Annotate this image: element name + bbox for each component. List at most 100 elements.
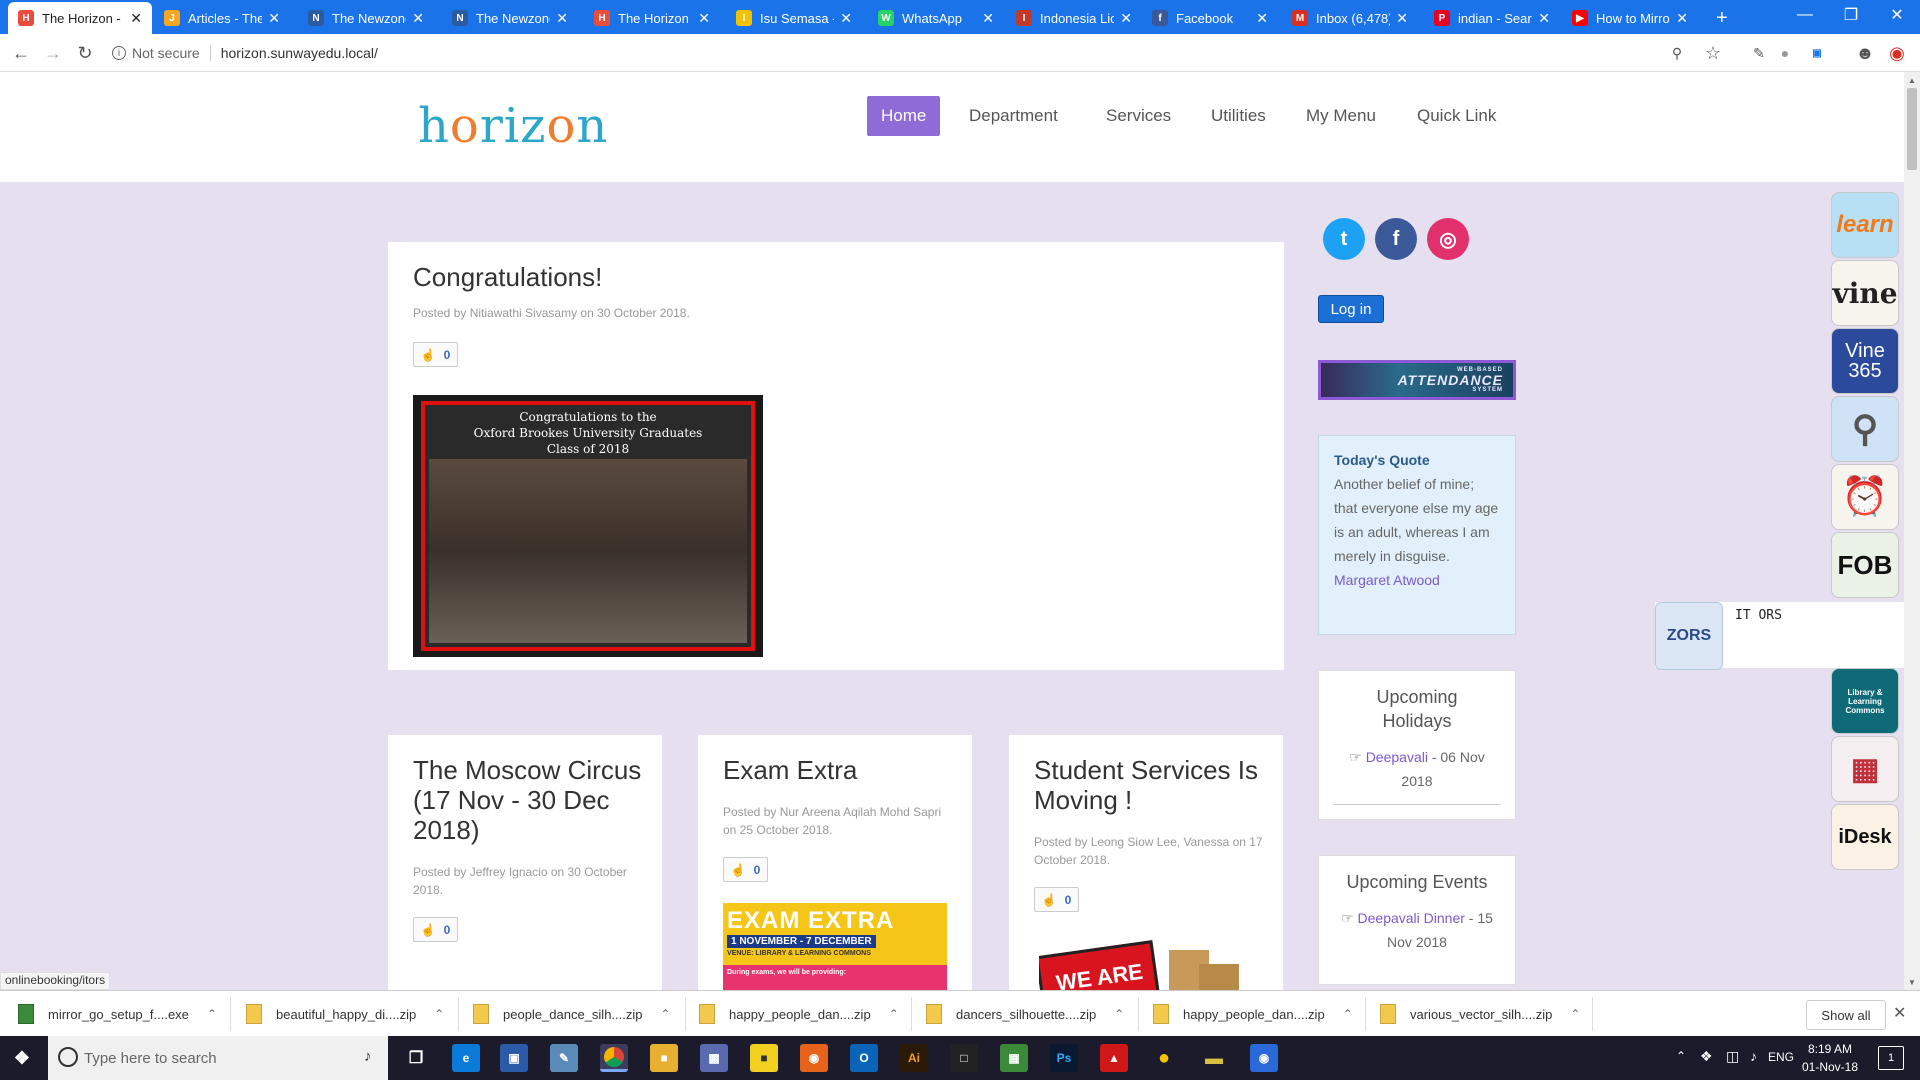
browser-tab[interactable]: Pindian - Search ✕	[1424, 2, 1560, 34]
graduation-photo[interactable]: Congratulations to the Oxford Brookes Un…	[413, 395, 763, 657]
new-tab-button[interactable]: +	[1706, 2, 1738, 34]
like-button[interactable]: ☝ 0	[1034, 887, 1079, 912]
like-button[interactable]: ☝ 0	[723, 857, 768, 882]
microphone-icon[interactable]: ♪	[364, 1048, 372, 1065]
back-icon[interactable]: ←	[10, 42, 32, 64]
forward-icon[interactable]: →	[42, 42, 64, 64]
chevron-up-icon[interactable]: ⌃	[434, 1007, 444, 1021]
taskbar-search[interactable]: Type here to search ♪	[48, 1036, 388, 1080]
attendance-system-banner[interactable]: WEB-BASED ATTENDANCE SYSTEM	[1318, 360, 1516, 400]
post-title[interactable]: Student Services Is Moving !	[1034, 755, 1269, 815]
download-item[interactable]: various_vector_silh....zip ⌃	[1380, 999, 1580, 1029]
star-icon[interactable]: ☆	[1702, 42, 1724, 64]
browser-tab[interactable]: I Indonesia Lion ✕	[1006, 2, 1142, 34]
menu-home[interactable]: Home	[867, 96, 941, 136]
tray-chevron-icon[interactable]: ⌃	[1676, 1049, 1686, 1063]
browser-tab[interactable]: N The Newzone ✕	[442, 2, 578, 34]
address-bar[interactable]: i Not secure horizon.sunwayedu.local/	[112, 41, 378, 65]
event-link[interactable]: Deepavali Dinner	[1358, 910, 1465, 926]
sticky-notes-icon[interactable]: ■	[750, 1044, 778, 1072]
browser-tab[interactable]: N The Newzone ✕	[298, 2, 434, 34]
chevron-up-icon[interactable]: ⌃	[1570, 1007, 1580, 1021]
site-logo[interactable]: horizon	[418, 98, 608, 154]
menu-quick-link[interactable]: Quick Link	[1403, 96, 1510, 136]
tab-close-icon[interactable]: ✕	[1676, 10, 1688, 27]
chevron-up-icon[interactable]: ⌃	[661, 1007, 671, 1021]
chevron-up-icon[interactable]: ⌃	[889, 1007, 899, 1021]
maximize-button[interactable]: ❐	[1828, 0, 1874, 30]
tab-close-icon[interactable]: ✕	[840, 10, 852, 27]
like-button[interactable]: ☝ 0	[413, 342, 458, 367]
tab-close-icon[interactable]: ✕	[1396, 10, 1408, 27]
moving-image[interactable]: WE ARE	[1039, 940, 1259, 990]
search-people-app-icon[interactable]: ⚲	[1831, 396, 1899, 462]
post-title[interactable]: Exam Extra	[723, 755, 857, 785]
tab-close-icon[interactable]: ✕	[130, 10, 142, 27]
browser-tab[interactable]: H The Horizon - ✕	[8, 2, 152, 34]
menu-department[interactable]: Department	[955, 96, 1072, 136]
download-item[interactable]: beautiful_happy_di....zip ⌃	[246, 999, 444, 1029]
download-item[interactable]: happy_people_dan....zip ⌃	[699, 999, 899, 1029]
idesk-app-icon[interactable]: iDesk	[1831, 804, 1899, 870]
fob-app-icon[interactable]: FOB	[1831, 532, 1899, 598]
facebook-icon[interactable]: f	[1375, 218, 1417, 260]
firefox-icon[interactable]: ◉	[800, 1044, 828, 1072]
browser-tab[interactable]: f Facebook ✕	[1142, 2, 1278, 34]
terminal-icon[interactable]: □	[950, 1044, 978, 1072]
it-ors-tooltip[interactable]: ZORS IT ORS	[1655, 602, 1904, 670]
tab-close-icon[interactable]: ✕	[1120, 10, 1132, 27]
extension-icon-2[interactable]: ●	[1774, 42, 1796, 64]
vine365-app-icon[interactable]: Vine 365	[1831, 328, 1899, 394]
post-title[interactable]: Congratulations!	[413, 262, 602, 292]
task-view-icon[interactable]: ❐	[402, 1044, 430, 1072]
scroll-up-icon[interactable]: ▲	[1904, 72, 1920, 88]
app-icon[interactable]: ▦	[1000, 1044, 1028, 1072]
tab-close-icon[interactable]: ✕	[1256, 10, 1268, 27]
close-downloads-icon[interactable]: ✕	[1893, 1003, 1906, 1023]
browser-tab[interactable]: I Isu Semasa - S ✕	[726, 2, 862, 34]
post-title[interactable]: The Moscow Circus (17 Nov - 30 Dec 2018)	[413, 755, 648, 845]
key-icon[interactable]: ⚲	[1666, 42, 1688, 64]
tab-close-icon[interactable]: ✕	[982, 10, 994, 27]
vertical-scrollbar[interactable]: ▲ ▼	[1904, 72, 1920, 990]
app-icon[interactable]: ▬	[1200, 1044, 1228, 1072]
download-item[interactable]: happy_people_dan....zip ⌃	[1153, 999, 1353, 1029]
info-icon[interactable]: i	[112, 46, 126, 60]
windows-start-icon[interactable]: ❖	[8, 1044, 36, 1072]
like-button[interactable]: ☝ 0	[413, 917, 458, 942]
scroll-thumb[interactable]	[1907, 88, 1917, 170]
quote-author[interactable]: Margaret Atwood	[1334, 568, 1500, 592]
alarm-clock-app-icon[interactable]: ⏰	[1831, 464, 1899, 530]
extension-new-icon[interactable]: ▣	[1806, 42, 1828, 64]
calendar-app-icon[interactable]: ▦	[1831, 736, 1899, 802]
app-icon[interactable]: ✎	[550, 1044, 578, 1072]
app-icon[interactable]: ◉	[1250, 1044, 1278, 1072]
edge-icon[interactable]: e	[452, 1044, 480, 1072]
notification-center-icon[interactable]: 1	[1878, 1046, 1904, 1070]
minimize-button[interactable]: —	[1782, 0, 1828, 30]
app-icon[interactable]: ▩	[700, 1044, 728, 1072]
outlook-icon[interactable]: O	[850, 1044, 878, 1072]
menu-services[interactable]: Services	[1092, 96, 1185, 136]
browser-tab[interactable]: W WhatsApp ✕	[868, 2, 1004, 34]
system-clock[interactable]: 8:19 AM 01-Nov-18	[1800, 1040, 1860, 1076]
tab-close-icon[interactable]: ✕	[412, 10, 424, 27]
zors-app-icon[interactable]: ZORS	[1655, 602, 1723, 670]
tab-close-icon[interactable]: ✕	[556, 10, 568, 27]
tray-volume-icon[interactable]: ♪	[1750, 1048, 1757, 1064]
profile-icon[interactable]: ☻	[1854, 42, 1876, 64]
browser-tab[interactable]: M Inbox (6,478) ✕	[1282, 2, 1418, 34]
chevron-up-icon[interactable]: ⌃	[1343, 1007, 1353, 1021]
vine-app-icon[interactable]: vine	[1831, 260, 1899, 326]
chevron-up-icon[interactable]: ⌃	[1114, 1007, 1124, 1021]
library-app-icon[interactable]: Library & Learning Commons	[1831, 668, 1899, 734]
menu-icon[interactable]: ◉	[1886, 42, 1908, 64]
store-icon[interactable]: ▣	[500, 1044, 528, 1072]
extension-icon[interactable]: ✎	[1748, 42, 1770, 64]
download-item[interactable]: people_dance_silh....zip ⌃	[473, 999, 671, 1029]
close-window-button[interactable]: ✕	[1874, 0, 1920, 30]
login-button[interactable]: Log in	[1318, 295, 1384, 323]
show-all-button[interactable]: Show all	[1806, 1000, 1886, 1030]
tray-network-icon[interactable]: ◫	[1726, 1048, 1739, 1065]
acrobat-icon[interactable]: ▲	[1100, 1044, 1128, 1072]
